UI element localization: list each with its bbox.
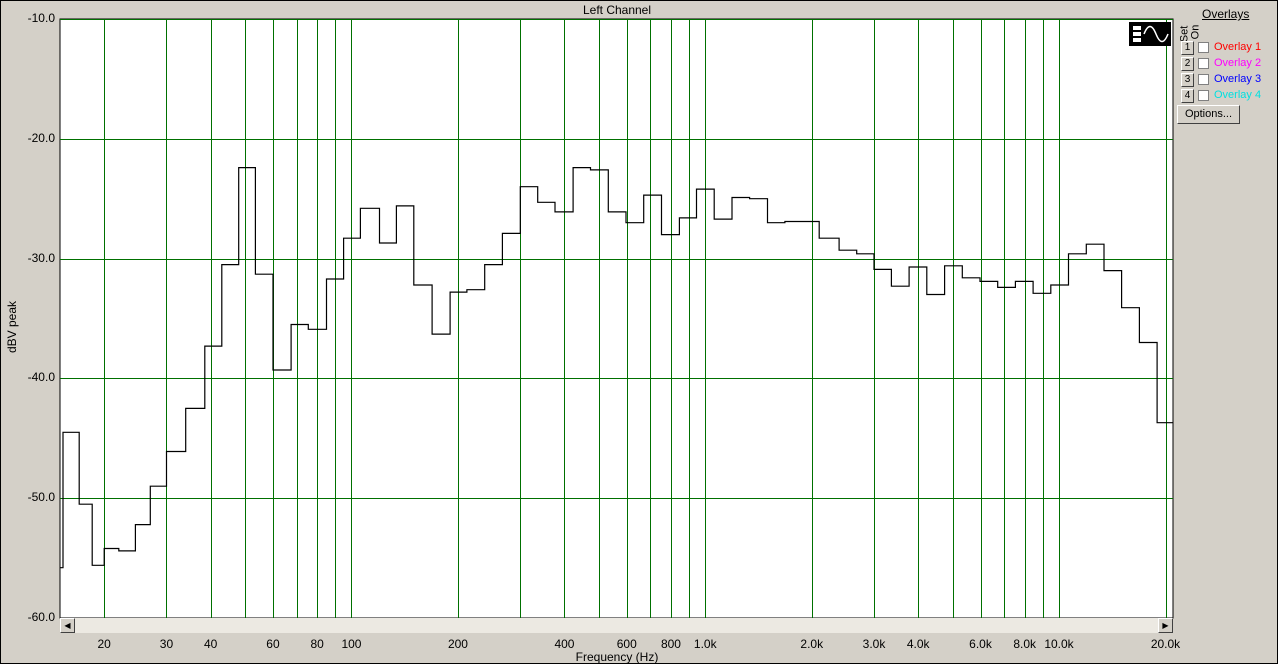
x-tick-label: 100 (341, 637, 362, 651)
x-tick-label: 10.0k (1044, 637, 1074, 651)
plot-area (59, 18, 1174, 619)
x-tick-label: 1.0k (693, 637, 717, 651)
y-tick-label: -60.0 (27, 610, 55, 624)
x-tick-label: 6.0k (969, 637, 992, 651)
x-tick-label: 20 (97, 637, 111, 651)
y-tick-label: -30.0 (27, 250, 55, 265)
options-button[interactable]: Options... (1177, 105, 1240, 124)
overlay-label: Overlay 4 (1214, 89, 1262, 101)
y-tick-label: -20.0 (27, 130, 55, 145)
x-tick-label: 600 (616, 637, 637, 651)
overlay-set-button[interactable]: 4 (1181, 89, 1194, 103)
x-axis-label: Frequency (Hz) (575, 650, 659, 664)
overlays-title: Overlays (1202, 7, 1250, 21)
horizontal-scrollbar[interactable]: ◀ ▶ (60, 618, 1173, 633)
overlay-on-checkbox[interactable] (1198, 74, 1209, 85)
overlay-on-checkbox[interactable] (1198, 42, 1209, 53)
overlay-on-checkbox[interactable] (1198, 58, 1209, 69)
x-tick-label: 60 (266, 637, 280, 651)
overlay-label: Overlay 3 (1214, 73, 1262, 85)
x-tick-label: 40 (204, 637, 218, 651)
y-tick-label: -50.0 (27, 490, 55, 505)
overlay-on-checkbox[interactable] (1198, 90, 1209, 101)
sine-wave-icon[interactable] (1129, 22, 1171, 46)
y-tick-label: -10.0 (27, 11, 55, 25)
x-tick-label: 20.0k (1150, 637, 1181, 651)
x-tick-label: 3.0k (862, 637, 886, 651)
y-tick-label: -40.0 (27, 370, 55, 385)
overlay-label: Overlay 1 (1214, 41, 1262, 53)
x-tick-label: 2.0k (800, 637, 824, 651)
x-tick-label: 200 (447, 637, 468, 651)
overlay-set-button[interactable]: 2 (1181, 57, 1194, 71)
x-tick-label: 4.0k (906, 637, 930, 651)
scroll-left-button[interactable]: ◀ (60, 618, 75, 633)
y-axis-label: dBV peak (5, 300, 19, 354)
x-tick-label: 30 (159, 637, 174, 651)
scroll-right-button[interactable]: ▶ (1158, 618, 1173, 633)
x-tick-label: 400 (554, 637, 575, 651)
overlay-set-button[interactable]: 3 (1181, 73, 1194, 87)
overlay-set-button[interactable]: 1 (1181, 41, 1194, 55)
on-column-label: On (1189, 24, 1202, 40)
plot-background (59, 18, 1174, 619)
overlay-label: Overlay 2 (1214, 57, 1262, 69)
